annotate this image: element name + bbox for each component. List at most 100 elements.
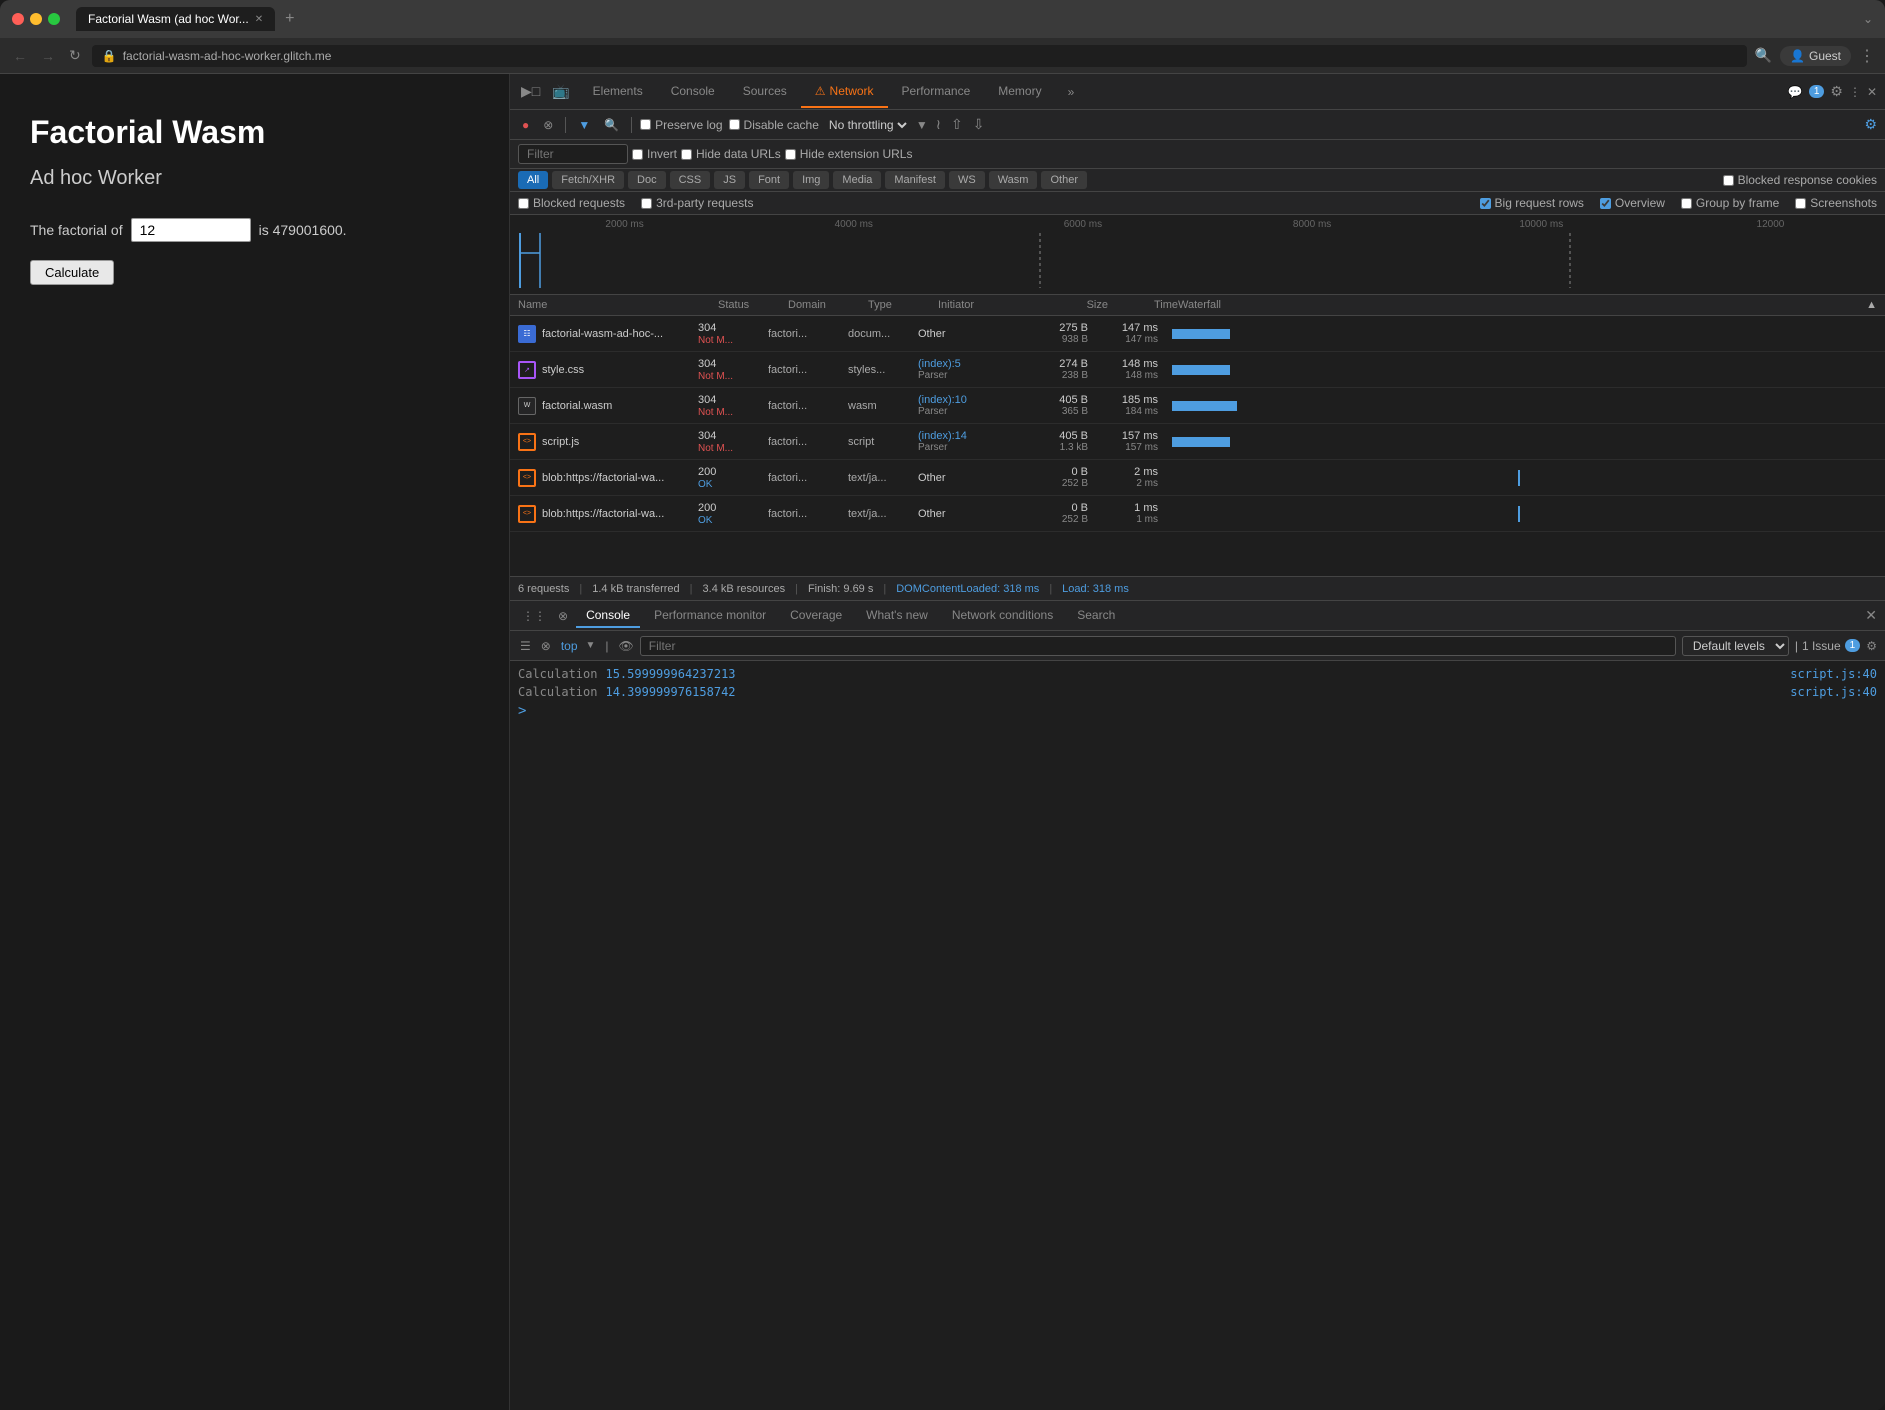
throttle-chevron-icon[interactable]: ▼: [916, 118, 928, 132]
settings-icon[interactable]: ⚙: [1830, 83, 1843, 100]
header-name[interactable]: Name: [518, 299, 718, 311]
console-tab-console[interactable]: Console: [576, 604, 640, 628]
wifi-icon[interactable]: ≀: [934, 114, 943, 135]
console-link-2[interactable]: script.js:40: [1790, 685, 1877, 699]
tab-network[interactable]: ⚠ Network: [801, 76, 888, 108]
context-chevron-icon[interactable]: ▼: [586, 640, 596, 651]
table-row[interactable]: ↗ style.css 304 Not M... factori... styl…: [510, 352, 1885, 388]
download-icon[interactable]: ⇩: [971, 114, 987, 135]
factorial-input[interactable]: [131, 218, 251, 242]
wasm-icon: W: [518, 397, 536, 415]
header-type[interactable]: Type: [868, 299, 938, 311]
header-status[interactable]: Status: [718, 299, 788, 311]
active-tab[interactable]: Factorial Wasm (ad hoc Wor... ✕: [76, 7, 275, 31]
guest-label: Guest: [1809, 49, 1841, 63]
menu-icon[interactable]: ⋮: [1859, 46, 1875, 66]
tab-memory[interactable]: Memory: [984, 76, 1055, 108]
reload-button[interactable]: ↻: [66, 44, 84, 67]
filter-chip-css[interactable]: CSS: [670, 171, 711, 189]
more-tools-button[interactable]: »: [1062, 82, 1081, 102]
upload-icon[interactable]: ⇧: [949, 114, 965, 135]
tab-performance[interactable]: Performance: [888, 76, 985, 108]
filter-chip-wasm[interactable]: Wasm: [989, 171, 1038, 189]
more-options-icon[interactable]: ⋮: [1849, 85, 1861, 99]
tab-close-button[interactable]: ✕: [255, 14, 263, 25]
back-button[interactable]: ←: [10, 45, 30, 67]
console-prompt-icon[interactable]: >: [518, 703, 526, 719]
filter-chip-all[interactable]: All: [518, 171, 548, 189]
console-clear-icon[interactable]: ⊗: [539, 637, 553, 655]
filter-input[interactable]: [518, 144, 628, 164]
console-sidebar-icon[interactable]: ☰: [518, 637, 533, 655]
filter-chip-fetch[interactable]: Fetch/XHR: [552, 171, 624, 189]
console-close-button[interactable]: ✕: [1865, 607, 1877, 624]
filter-chip-media[interactable]: Media: [833, 171, 881, 189]
calculate-button[interactable]: Calculate: [30, 260, 114, 285]
tab-elements[interactable]: Elements: [579, 76, 657, 108]
header-waterfall[interactable]: Waterfall ▲: [1178, 299, 1877, 311]
maximize-button[interactable]: [48, 13, 60, 25]
blocked-requests-checkbox[interactable]: Blocked requests: [518, 196, 625, 210]
disable-cache-checkbox[interactable]: Disable cache: [729, 118, 819, 132]
filter-chip-js[interactable]: JS: [714, 171, 745, 189]
perf-monitor-label: Performance monitor: [654, 608, 766, 622]
hide-extension-urls-checkbox[interactable]: Hide extension URLs: [785, 147, 913, 161]
filter-chip-doc[interactable]: Doc: [628, 171, 666, 189]
console-settings-icon[interactable]: ⚙: [1866, 639, 1877, 653]
preserve-log-checkbox[interactable]: Preserve log: [640, 118, 722, 132]
group-by-frame-checkbox[interactable]: Group by frame: [1681, 196, 1779, 210]
blob-icon-2: <>: [518, 505, 536, 523]
console-link-1[interactable]: script.js:40: [1790, 667, 1877, 681]
console-filter-input[interactable]: [640, 636, 1676, 656]
close-devtools-icon[interactable]: ✕: [1867, 85, 1877, 99]
table-row[interactable]: <> blob:https://factorial-wa... 200 OK f…: [510, 496, 1885, 532]
console-tab-perf[interactable]: Performance monitor: [644, 604, 776, 628]
header-initiator[interactable]: Initiator: [938, 299, 1038, 311]
blocked-response-cookies-checkbox[interactable]: Blocked response cookies: [1723, 173, 1877, 187]
filter-icon[interactable]: ▼: [574, 116, 594, 134]
screenshots-checkbox[interactable]: Screenshots: [1795, 196, 1877, 210]
clear-button[interactable]: ⊗: [539, 116, 557, 134]
zoom-icon[interactable]: 🔍: [1755, 47, 1772, 64]
tab-sources[interactable]: Sources: [729, 76, 801, 108]
chat-icon[interactable]: 💬: [1788, 85, 1803, 99]
overview-checkbox[interactable]: Overview: [1600, 196, 1665, 210]
minimize-button[interactable]: [30, 13, 42, 25]
table-row[interactable]: <> script.js 304 Not M... factori... scr…: [510, 424, 1885, 460]
new-tab-button[interactable]: +: [279, 8, 300, 30]
table-row[interactable]: <> blob:https://factorial-wa... 200 OK f…: [510, 460, 1885, 496]
record-button[interactable]: ●: [518, 116, 533, 134]
console-level-select[interactable]: Default levels Verbose Info Warnings Err…: [1682, 636, 1789, 656]
table-row[interactable]: W factorial.wasm 304 Not M... factori...…: [510, 388, 1885, 424]
header-domain[interactable]: Domain: [788, 299, 868, 311]
third-party-requests-checkbox[interactable]: 3rd-party requests: [641, 196, 753, 210]
tab-console[interactable]: Console: [657, 76, 729, 108]
close-button[interactable]: [12, 13, 24, 25]
filter-chip-other[interactable]: Other: [1041, 171, 1087, 189]
network-settings-icon[interactable]: ⚙: [1864, 116, 1877, 133]
forward-button[interactable]: →: [38, 45, 58, 67]
invert-checkbox[interactable]: Invert: [632, 147, 677, 161]
inspect-element-icon[interactable]: ▶□: [518, 80, 543, 103]
guest-button[interactable]: 👤 Guest: [1780, 46, 1851, 66]
console-tab-search[interactable]: Search: [1067, 604, 1125, 628]
table-row[interactable]: ☷ factorial-wasm-ad-hoc-... 304 Not M...…: [510, 316, 1885, 352]
console-tab-coverage[interactable]: Coverage: [780, 604, 852, 628]
address-bar[interactable]: 🔒 factorial-wasm-ad-hoc-worker.glitch.me: [92, 45, 1747, 67]
filter-chip-ws[interactable]: WS: [949, 171, 985, 189]
console-tab-whatsnew[interactable]: What's new: [856, 604, 938, 628]
device-toolbar-icon[interactable]: 📺: [549, 80, 572, 103]
header-time[interactable]: Time: [1108, 299, 1178, 311]
big-request-rows-checkbox[interactable]: Big request rows: [1480, 196, 1584, 210]
search-icon[interactable]: 🔍: [600, 116, 623, 134]
throttle-select[interactable]: No throttling Fast 3G Slow 3G Offline: [825, 117, 910, 133]
filter-chip-img[interactable]: Img: [793, 171, 829, 189]
filter-chip-manifest[interactable]: Manifest: [885, 171, 945, 189]
eye-icon[interactable]: 👁: [619, 639, 634, 653]
header-size[interactable]: Size: [1038, 299, 1108, 311]
console-block-icon[interactable]: ⊗: [554, 609, 572, 623]
console-tab-network-conditions[interactable]: Network conditions: [942, 604, 1063, 628]
filter-chip-font[interactable]: Font: [749, 171, 789, 189]
hide-data-urls-checkbox[interactable]: Hide data URLs: [681, 147, 781, 161]
console-menu-icon[interactable]: ⋮⋮: [518, 609, 550, 623]
